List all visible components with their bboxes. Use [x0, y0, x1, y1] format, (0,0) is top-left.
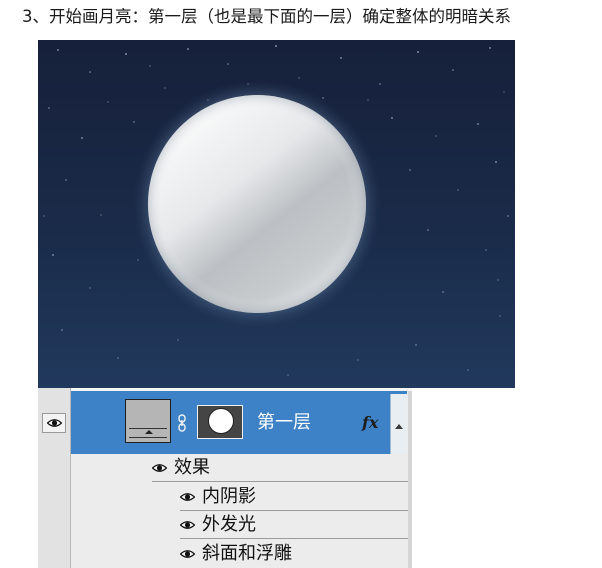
layer-thumbnail[interactable] — [125, 399, 171, 443]
layer-mask-thumbnail[interactable] — [197, 405, 243, 439]
moon-illustration — [38, 40, 515, 388]
effect-row-outer-glow[interactable]: 外发光 — [180, 511, 408, 539]
layer-name[interactable]: 第一层 — [257, 412, 311, 434]
effect-row-bevel-emboss[interactable]: 斜面和浮雕 — [180, 540, 408, 568]
eye-icon[interactable] — [180, 492, 195, 502]
effect-label: 外发光 — [202, 513, 256, 535]
effect-label: 内阴影 — [202, 485, 256, 507]
fx-icon[interactable]: fx — [362, 413, 378, 432]
eye-icon[interactable] — [180, 520, 195, 530]
panel-scrollbar[interactable] — [408, 388, 412, 568]
mask-circle-shape — [208, 408, 234, 434]
effect-label: 斜面和浮雕 — [202, 543, 292, 564]
step-title: 3、开始画月亮：第一层（也是最下面的一层）确定整体的明暗关系 — [22, 7, 511, 26]
layer-visibility-toggle[interactable] — [42, 413, 66, 433]
layer-row-selected[interactable]: 第一层 fx — [71, 391, 407, 454]
effect-row-inner-shadow[interactable]: 内阴影 — [180, 483, 408, 511]
layers-panel: 第一层 fx 效果 内阴影 外发光 斜面和浮雕 — [38, 388, 412, 568]
chain-link-icon[interactable] — [178, 414, 186, 432]
eye-icon[interactable] — [180, 549, 195, 559]
effects-group-row[interactable]: 效果 — [152, 454, 408, 482]
expand-effects-arrow-icon[interactable] — [390, 394, 407, 454]
eye-icon — [46, 419, 62, 427]
moon-rim — [148, 95, 366, 313]
effects-group-label: 效果 — [174, 456, 210, 478]
eye-icon[interactable] — [152, 463, 167, 473]
